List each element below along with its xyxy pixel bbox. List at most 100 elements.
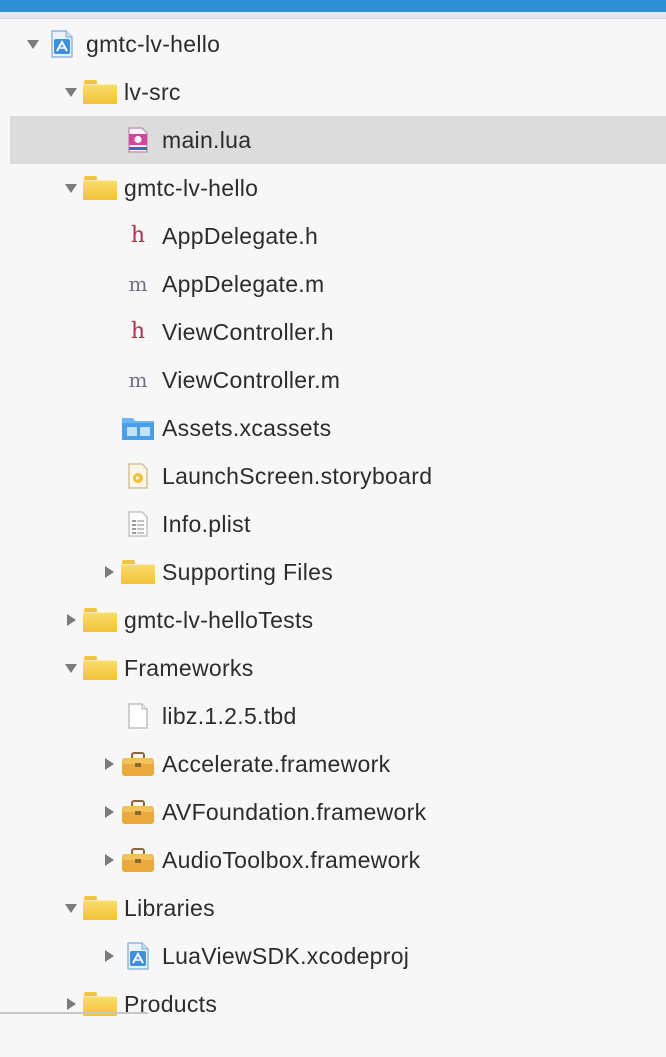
tree-item-icon [120, 740, 156, 788]
tree-item-icon [82, 596, 118, 644]
tree-item-label: Assets.xcassets [162, 414, 332, 441]
tree-row-luaviewsdk-xcodeproj[interactable]: LuaViewSDK.xcodeproj [0, 932, 666, 980]
tree-row-gmtc-lv-hellotests[interactable]: gmtc-lv-helloTests [0, 596, 666, 644]
tree-item-label: lv-src [124, 78, 181, 105]
tree-item-icon [120, 836, 156, 884]
tree-row-frameworks[interactable]: Frameworks [0, 644, 666, 692]
tree-item-label: LuaViewSDK.xcodeproj [162, 942, 410, 969]
tree-row-info-plist[interactable]: Info.plist [0, 500, 666, 548]
tree-item-label: AppDelegate.h [162, 222, 319, 249]
tree-item-label: AVFoundation.framework [162, 798, 427, 825]
tree-item-icon [120, 452, 156, 500]
disclosure-expanded-icon[interactable] [60, 884, 82, 932]
tree-item-label: gmtc-lv-hello [124, 174, 259, 201]
storyboard-icon [126, 462, 150, 490]
xcode-project-icon [49, 29, 75, 59]
folder-icon [83, 656, 117, 680]
tree-row-gmtc-lv-hello[interactable]: gmtc-lv-hello [0, 20, 666, 68]
tree-item-icon [120, 116, 156, 164]
disclosure-collapsed-icon[interactable] [98, 836, 120, 884]
tree-item-label: AudioToolbox.framework [162, 846, 421, 873]
tree-row-libz-1-2-5-tbd[interactable]: libz.1.2.5.tbd [0, 692, 666, 740]
tree-row-launchscreen-storyboard[interactable]: LaunchScreen.storyboard [0, 452, 666, 500]
tree-row-appdelegate-h[interactable]: h AppDelegate.h [0, 212, 666, 260]
plist-icon [126, 510, 150, 538]
tree-item-icon [120, 692, 156, 740]
tree-item-label: Frameworks [124, 654, 254, 681]
disclosure-collapsed-icon[interactable] [98, 932, 120, 980]
window-accent-bar [0, 0, 666, 12]
tree-item-icon [120, 788, 156, 836]
tree-item-icon [120, 548, 156, 596]
tree-row-appdelegate-m[interactable]: m AppDelegate.m [0, 260, 666, 308]
folder-icon [121, 560, 155, 584]
disclosure-collapsed-icon[interactable] [98, 740, 120, 788]
tree-row-main-lua[interactable]: main.lua [10, 116, 666, 164]
tree-item-label: Info.plist [162, 510, 251, 537]
lua-file-icon [126, 126, 150, 154]
tree-item-icon [82, 980, 118, 1028]
tree-item-label: Accelerate.framework [162, 750, 391, 777]
framework-icon [121, 799, 155, 825]
disclosure-expanded-icon[interactable] [60, 644, 82, 692]
folder-icon [83, 80, 117, 104]
folder-icon [83, 176, 117, 200]
tree-item-label: gmtc-lv-helloTests [124, 606, 314, 633]
tree-item-icon: m [120, 260, 156, 308]
tree-row-audiotoolbox-framework[interactable]: AudioToolbox.framework [0, 836, 666, 884]
folder-icon [83, 896, 117, 920]
tree-item-label: ViewController.h [162, 318, 334, 345]
tree-row-avfoundation-framework[interactable]: AVFoundation.framework [0, 788, 666, 836]
xcode-project-icon [125, 941, 151, 971]
disclosure-expanded-icon[interactable] [60, 68, 82, 116]
header-file-icon: h [130, 223, 146, 248]
tree-item-label: gmtc-lv-hello [86, 30, 221, 57]
disclosure-expanded-icon[interactable] [22, 20, 44, 68]
tree-item-label: LaunchScreen.storyboard [162, 462, 433, 489]
tree-item-icon: h [120, 212, 156, 260]
tree-item-icon: h [120, 308, 156, 356]
tree-item-icon [82, 884, 118, 932]
tree-item-icon [120, 500, 156, 548]
tree-row-accelerate-framework[interactable]: Accelerate.framework [0, 740, 666, 788]
disclosure-collapsed-icon[interactable] [98, 788, 120, 836]
tree-row-products[interactable]: Products [0, 980, 666, 1028]
assets-catalog-icon [121, 415, 155, 441]
disclosure-expanded-icon[interactable] [60, 164, 82, 212]
tree-row-assets-xcassets[interactable]: Assets.xcassets [0, 404, 666, 452]
tree-item-icon [120, 404, 156, 452]
tree-row-lv-src[interactable]: lv-src [0, 68, 666, 116]
tree-item-icon [82, 68, 118, 116]
tree-item-icon [82, 164, 118, 212]
tree-row-viewcontroller-h[interactable]: h ViewController.h [0, 308, 666, 356]
tree-item-label: main.lua [162, 126, 252, 153]
tree-row-supporting-files[interactable]: Supporting Files [0, 548, 666, 596]
disclosure-collapsed-icon[interactable] [98, 548, 120, 596]
navigator-bottom-divider [0, 1012, 148, 1014]
disclosure-collapsed-icon[interactable] [60, 980, 82, 1028]
tree-item-label: ViewController.m [162, 366, 341, 393]
tree-item-icon: m [120, 356, 156, 404]
navigator-top-divider [0, 12, 666, 19]
tree-item-icon [82, 644, 118, 692]
tree-item-label: Libraries [124, 894, 215, 921]
objc-file-icon: m [128, 272, 148, 296]
disclosure-collapsed-icon[interactable] [60, 596, 82, 644]
tree-row-viewcontroller-m[interactable]: m ViewController.m [0, 356, 666, 404]
document-icon [126, 702, 150, 730]
tree-item-label: libz.1.2.5.tbd [162, 702, 297, 729]
project-navigator: gmtc-lv-hello lv-src main.lua gmtc-lv-hello… [0, 20, 666, 1028]
tree-row-libraries[interactable]: Libraries [0, 884, 666, 932]
tree-item-icon [44, 20, 80, 68]
objc-file-icon: m [128, 368, 148, 392]
tree-row-gmtc-lv-hello[interactable]: gmtc-lv-hello [0, 164, 666, 212]
folder-icon [83, 608, 117, 632]
